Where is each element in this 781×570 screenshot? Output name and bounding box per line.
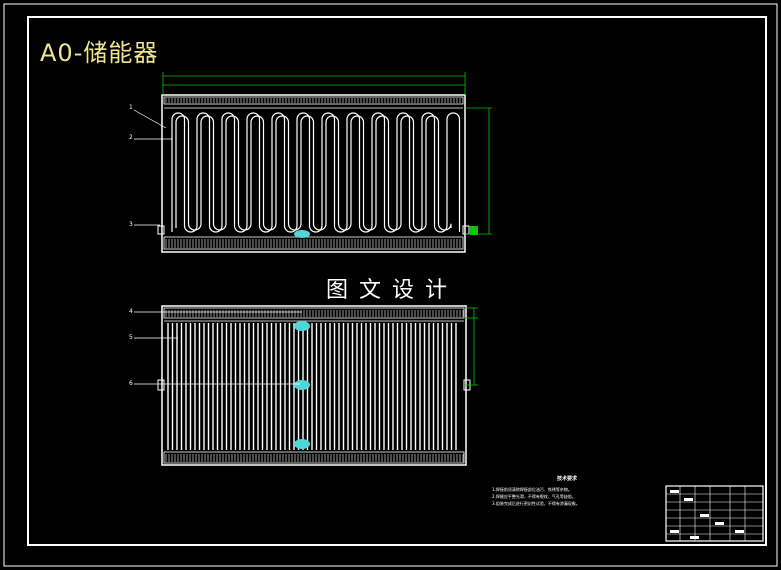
top-dimensions — [162, 72, 492, 235]
title-block-text-mark — [715, 522, 724, 525]
bottom-panel-footer-strip — [163, 451, 465, 464]
serpentine-tube — [171, 112, 461, 233]
drawing-title: A0-储能器 — [40, 39, 159, 67]
note-line: 3.组装完成后进行密封性试验，不得有渗漏现象。 — [492, 501, 580, 506]
title-block-text-mark — [684, 498, 693, 501]
technical-notes: 技术要求 1.焊接前须清除焊接部位油污、铁锈等杂物。 2.焊缝应平整光滑，不得有… — [492, 476, 642, 507]
title-block-grid — [666, 486, 763, 541]
top-right-port — [462, 225, 470, 235]
serpentine-outer — [171, 112, 461, 233]
callout-2: 2 — [129, 134, 133, 141]
callout-4: 4 — [129, 308, 133, 315]
fin-array — [167, 323, 457, 450]
callout-3: 3 — [129, 221, 133, 228]
note-line: 2.焊缝应平整光滑，不得有裂纹、气孔等缺陷。 — [492, 494, 576, 499]
bottom-left-port — [157, 379, 165, 391]
bottom-clip-top — [294, 321, 310, 331]
callout-6: 6 — [129, 380, 133, 387]
bottom-clip-middle — [294, 380, 310, 390]
title-block — [665, 485, 764, 542]
top-clip — [294, 230, 310, 238]
top-header-hatch — [165, 98, 461, 103]
note-line: 1.焊接前须清除焊接部位油污、铁锈等杂物。 — [492, 487, 572, 492]
callout-1: 1 — [129, 104, 133, 111]
title-block-text-mark — [670, 490, 679, 493]
bottom-footer-hatch — [165, 454, 464, 462]
watermark-text: 图文设计 — [326, 278, 459, 303]
top-view-panel — [157, 94, 478, 253]
notes-title: 技术要求 — [556, 476, 577, 482]
bottom-view-panel — [157, 305, 471, 466]
top-left-port — [157, 225, 165, 235]
title-block-text-mark — [670, 530, 679, 533]
callout-5: 5 — [129, 334, 133, 341]
title-block-text-mark — [690, 536, 699, 539]
title-block-text-mark — [700, 514, 709, 517]
bottom-panel-header-strip — [163, 307, 465, 319]
top-footer-hatch — [165, 239, 461, 248]
bottom-dimensions — [465, 307, 478, 386]
bottom-clip-bottom — [294, 439, 310, 449]
leader-1 — [133, 109, 167, 129]
bottom-header-hatch — [165, 310, 464, 317]
title-block-text-mark — [735, 530, 744, 533]
